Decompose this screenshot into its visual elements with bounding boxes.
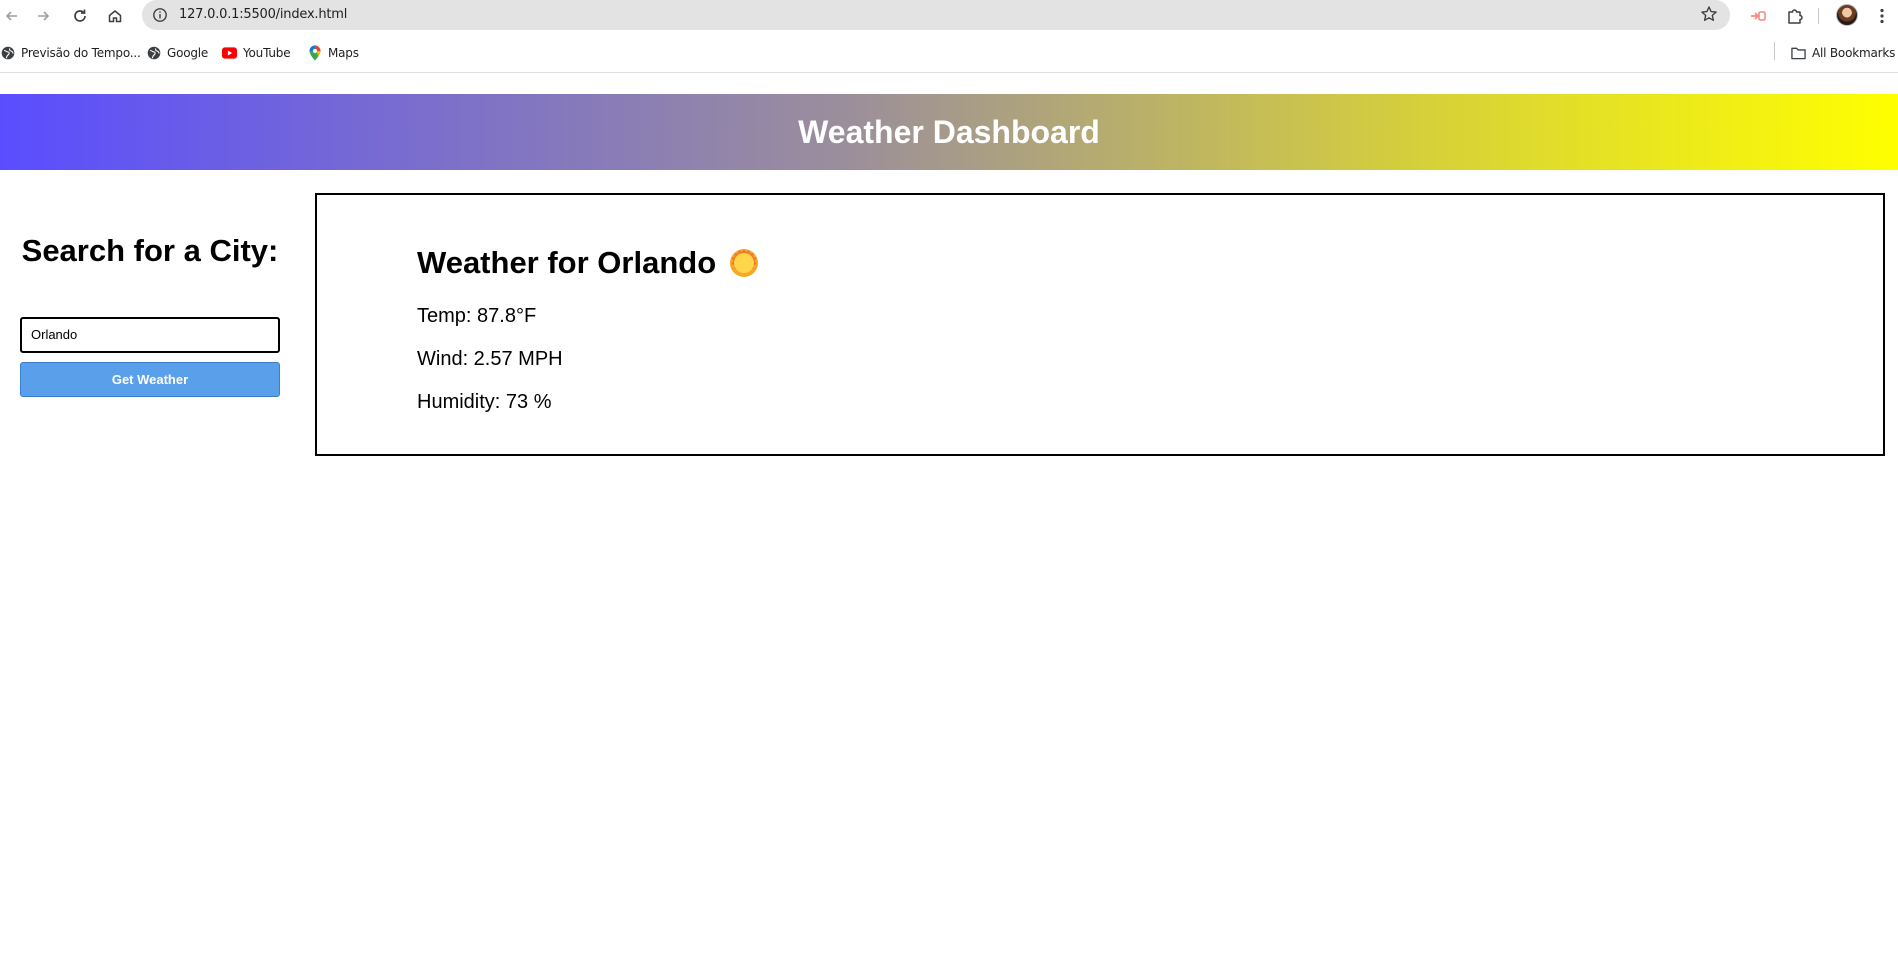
temp-reading: Temp: 87.8°F: [417, 305, 537, 327]
forward-button[interactable]: [31, 4, 55, 28]
reload-button[interactable]: [68, 4, 92, 28]
forward-arrow-icon: [38, 11, 50, 21]
sun-icon: [730, 249, 759, 277]
kebab-menu-icon: [1880, 8, 1884, 24]
reload-icon: [74, 9, 86, 22]
profile-avatar[interactable]: [1836, 4, 1858, 26]
browser-toolbar: 127.0.0.1:5500/index.html: [0, 0, 1898, 32]
city-search-input[interactable]: Orlando: [20, 317, 280, 353]
bookmark-star-icon[interactable]: [1700, 5, 1718, 23]
search-heading: Search for a City:: [21, 233, 279, 268]
extensions-button[interactable]: [1783, 4, 1807, 28]
globe-icon: [146, 46, 161, 61]
site-info-icon[interactable]: [152, 7, 168, 23]
get-weather-button[interactable]: Get Weather: [20, 362, 280, 397]
weather-title: Weather for Orlando: [417, 245, 717, 280]
home-icon: [108, 10, 122, 23]
humidity-reading: Humidity: 73 %: [417, 391, 552, 413]
extension-arrow-icon: [1751, 11, 1766, 21]
bookmarks-bar: Previsão do Tempo... Google YouTube Maps: [0, 36, 1898, 68]
bookmark-previsao[interactable]: Previsão do Tempo...: [0, 44, 141, 62]
back-button[interactable]: [0, 4, 24, 28]
wind-reading: Wind: 2.57 MPH: [417, 348, 563, 370]
puzzle-icon: [1788, 9, 1803, 24]
bookmark-label: YouTube: [243, 46, 291, 60]
globe-icon: [0, 46, 15, 61]
url-text: 127.0.0.1:5500/index.html: [179, 7, 348, 22]
youtube-icon: [222, 46, 237, 61]
page-header: Weather Dashboard: [0, 94, 1898, 170]
menu-button[interactable]: [1872, 4, 1892, 28]
toolbar-divider: [1818, 8, 1819, 24]
weather-card: Weather for Orlando Temp: 87.8°F Wind: 2…: [315, 193, 1885, 456]
extension-button[interactable]: [1746, 4, 1770, 28]
address-bar[interactable]: 127.0.0.1:5500/index.html: [142, 0, 1730, 30]
bookmark-google[interactable]: Google: [146, 44, 208, 62]
back-arrow-icon: [5, 11, 17, 21]
all-bookmarks-button[interactable]: All Bookmarks: [1791, 44, 1895, 62]
maps-pin-icon: [307, 45, 322, 61]
weather-title-row: Weather for Orlando: [417, 245, 760, 281]
bookmark-label: Previsão do Tempo...: [21, 46, 141, 60]
bookmark-youtube[interactable]: YouTube: [222, 44, 291, 62]
page-title: Weather Dashboard: [798, 113, 1100, 150]
bookmark-label: Maps: [328, 46, 359, 60]
bookmark-maps[interactable]: Maps: [307, 44, 359, 62]
home-button[interactable]: [103, 4, 127, 28]
bookmark-label: Google: [167, 46, 209, 60]
all-bookmarks-label: All Bookmarks: [1812, 46, 1896, 60]
bookmarks-divider: [1774, 42, 1775, 60]
folder-icon: [1791, 46, 1806, 61]
page-content: Weather Dashboard Search for a City: Orl…: [0, 73, 1898, 953]
